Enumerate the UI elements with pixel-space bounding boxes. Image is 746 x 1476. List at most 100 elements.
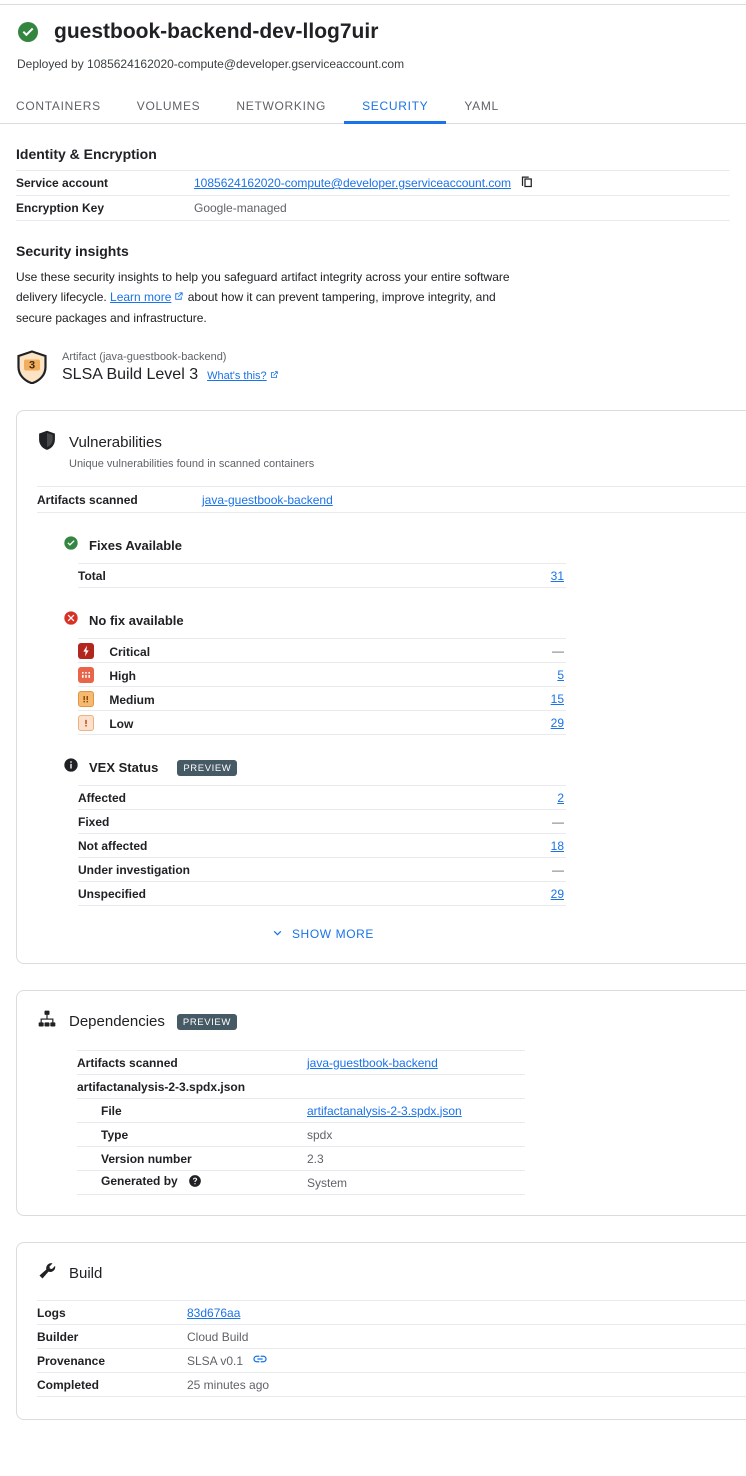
fixes-available-table: Total 31 bbox=[78, 563, 566, 588]
row-key: Type bbox=[77, 1122, 307, 1147]
row-key: Generated by bbox=[101, 1174, 178, 1188]
tab-containers[interactable]: CONTAINERS bbox=[16, 88, 119, 123]
severity-low-icon bbox=[78, 714, 94, 731]
table-row: Under investigation — bbox=[78, 857, 566, 882]
table-row: Completed 25 minutes ago bbox=[37, 1372, 746, 1397]
external-link-icon bbox=[173, 288, 184, 308]
table-row: Provenance SLSA v0.1 bbox=[37, 1348, 746, 1373]
table-row: artifactanalysis-2-3.spdx.json bbox=[77, 1074, 525, 1099]
build-header: Build bbox=[37, 1261, 746, 1286]
row-key: Unspecified bbox=[78, 881, 506, 906]
external-link-icon bbox=[269, 370, 279, 383]
row-key: Encryption Key bbox=[16, 195, 194, 221]
whats-this-link[interactable]: What's this? bbox=[207, 370, 267, 382]
row-value: 15 bbox=[506, 686, 566, 711]
no-fix-available-title: No fix available bbox=[89, 613, 184, 628]
slsa-summary: 3 Artifact (java-guestbook-backend) SLSA… bbox=[16, 350, 730, 385]
check-circle-icon bbox=[16, 20, 40, 44]
tab-bar: CONTAINERS VOLUMES NETWORKING SECURITY Y… bbox=[0, 88, 746, 124]
medium-count-link[interactable]: 15 bbox=[551, 692, 564, 706]
help-icon[interactable] bbox=[188, 1174, 202, 1191]
table-row: Fixed — bbox=[78, 809, 566, 834]
unspecified-count-link[interactable]: 29 bbox=[551, 887, 564, 901]
row-key: File bbox=[77, 1098, 307, 1123]
row-key: Affected bbox=[78, 785, 506, 810]
sbom-file-link[interactable]: artifactanalysis-2-3.spdx.json bbox=[307, 1104, 462, 1118]
tab-label: SECURITY bbox=[362, 98, 429, 113]
dependencies-icon bbox=[37, 1009, 57, 1034]
table-row: File artifactanalysis-2-3.spdx.json bbox=[77, 1098, 525, 1123]
tab-security[interactable]: SECURITY bbox=[344, 88, 447, 124]
row-value: 1085624162020-compute@developer.gservice… bbox=[194, 170, 730, 196]
row-value: 5 bbox=[506, 662, 566, 687]
slsa-level-label: SLSA Build Level 3 bbox=[62, 366, 199, 383]
table-row: Medium 15 bbox=[78, 686, 566, 711]
table-row: High 5 bbox=[78, 662, 566, 687]
dependencies-title: Dependencies bbox=[69, 1013, 165, 1030]
tab-label: CONTAINERS bbox=[16, 98, 101, 113]
total-count-link[interactable]: 31 bbox=[551, 569, 564, 583]
not-affected-count-link[interactable]: 18 bbox=[551, 839, 564, 853]
row-key: Medium bbox=[109, 692, 155, 707]
link-chip-icon[interactable] bbox=[252, 1351, 268, 1370]
identity-heading: Identity & Encryption bbox=[16, 146, 157, 162]
table-row: Version number 2.3 bbox=[77, 1146, 525, 1171]
vulnerabilities-card: Vulnerabilities Unique vulnerabilities f… bbox=[16, 410, 746, 964]
row-value: 2.3 bbox=[307, 1146, 525, 1171]
severity-critical-icon bbox=[78, 642, 94, 659]
table-row: Generated by System bbox=[77, 1170, 525, 1195]
fixes-available-group: Fixes Available Total 31 bbox=[37, 535, 746, 588]
row-value: spdx bbox=[307, 1122, 525, 1147]
vex-status-group: VEX Status PREVIEW Affected 2 Fixed — No… bbox=[37, 757, 746, 906]
info-icon bbox=[63, 757, 79, 778]
row-key: Artifacts scanned bbox=[37, 486, 202, 513]
no-fix-table: Critical — High 5 Medium 15 Low 29 bbox=[78, 638, 566, 735]
row-value: java-guestbook-backend bbox=[202, 486, 746, 513]
artifact-link[interactable]: java-guestbook-backend bbox=[202, 493, 333, 507]
row-value: artifactanalysis-2-3.spdx.json bbox=[307, 1098, 525, 1123]
show-more-button[interactable]: SHOW MORE bbox=[78, 925, 566, 943]
table-row: Critical — bbox=[78, 638, 566, 663]
table-row: Artifacts scanned java-guestbook-backend bbox=[77, 1050, 525, 1075]
identity-table: Service account 1085624162020-compute@de… bbox=[16, 170, 730, 221]
tab-volumes[interactable]: VOLUMES bbox=[119, 88, 219, 123]
svg-text:3: 3 bbox=[29, 360, 35, 372]
wrench-icon bbox=[37, 1261, 57, 1286]
build-title: Build bbox=[69, 1265, 103, 1282]
artifact-link[interactable]: java-guestbook-backend bbox=[307, 1056, 438, 1070]
build-logs-link[interactable]: 83d676aa bbox=[187, 1306, 240, 1320]
affected-count-link[interactable]: 2 bbox=[557, 791, 564, 805]
shield-icon bbox=[37, 429, 57, 455]
check-circle-icon bbox=[63, 535, 79, 556]
service-account-link[interactable]: 1085624162020-compute@developer.gservice… bbox=[194, 176, 511, 190]
row-key: Critical bbox=[109, 644, 151, 659]
security-insights-body: Use these security insights to help you … bbox=[16, 267, 526, 328]
row-value: — bbox=[506, 638, 566, 663]
row-value: 29 bbox=[506, 881, 566, 906]
row-value: — bbox=[506, 857, 566, 882]
vex-status-table: Affected 2 Fixed — Not affected 18 Under… bbox=[78, 785, 566, 906]
vex-status-title: VEX Status bbox=[89, 760, 159, 775]
high-count-link[interactable]: 5 bbox=[557, 668, 564, 682]
dependencies-table: Artifacts scanned java-guestbook-backend… bbox=[77, 1050, 525, 1195]
row-value: SLSA v0.1 bbox=[187, 1353, 244, 1368]
row-key: Total bbox=[78, 563, 506, 588]
no-fix-available-group: No fix available Critical — High 5 Mediu… bbox=[37, 610, 746, 735]
row-key: Not affected bbox=[78, 833, 506, 858]
table-row: Unspecified 29 bbox=[78, 881, 566, 906]
row-key: Low bbox=[109, 716, 134, 731]
row-key: Logs bbox=[37, 1300, 187, 1325]
low-count-link[interactable]: 29 bbox=[551, 716, 564, 730]
row-value: 2 bbox=[506, 785, 566, 810]
row-key: Fixed bbox=[78, 809, 506, 834]
tab-label: VOLUMES bbox=[136, 98, 201, 113]
page-title: guestbook-backend-dev-llog7uir bbox=[54, 20, 379, 43]
table-row: Type spdx bbox=[77, 1122, 525, 1147]
tab-yaml[interactable]: YAML bbox=[446, 88, 517, 123]
row-value: 25 minutes ago bbox=[187, 1372, 746, 1397]
tab-networking[interactable]: NETWORKING bbox=[218, 88, 344, 123]
table-row: Encryption Key Google-managed bbox=[16, 195, 730, 221]
copy-icon[interactable] bbox=[520, 174, 535, 192]
learn-more-link[interactable]: Learn more bbox=[110, 290, 171, 304]
table-row: Affected 2 bbox=[78, 785, 566, 810]
